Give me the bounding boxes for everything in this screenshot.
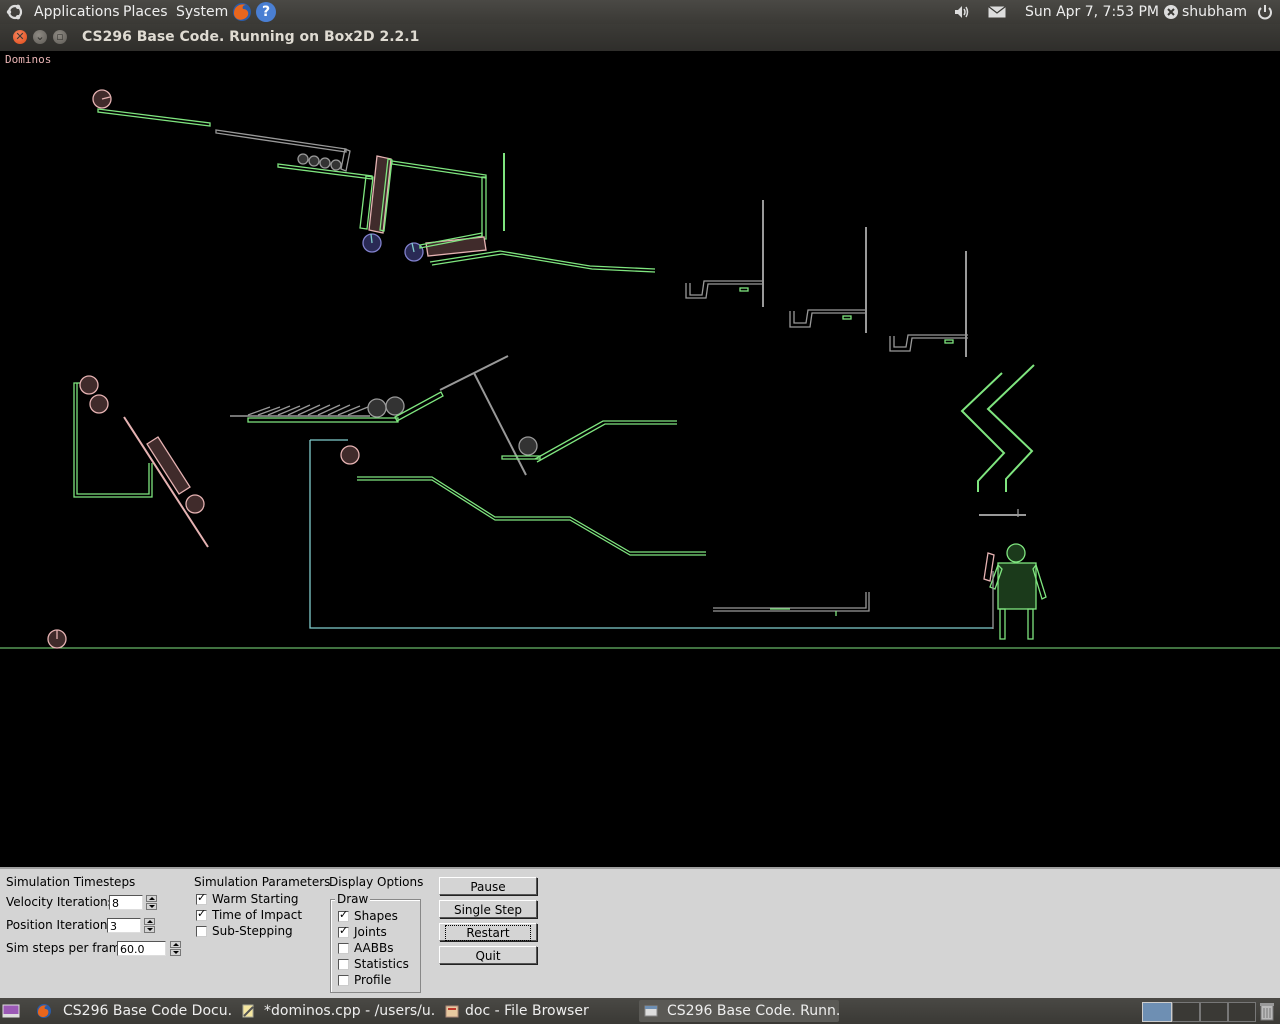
shapes-label: Shapes xyxy=(354,909,398,923)
window-title: CS296 Base Code. Running on Box2D 2.2.1 xyxy=(82,29,420,45)
warm-starting-checkbox[interactable] xyxy=(196,891,207,905)
statistics-checkbox[interactable] xyxy=(338,959,349,970)
time-of-impact-checkbox[interactable] xyxy=(196,907,207,921)
aabbs-checkbox[interactable] xyxy=(338,943,349,954)
minimize-icon: ⌄ xyxy=(35,30,45,43)
username[interactable]: shubham xyxy=(1182,0,1247,24)
task-firefox[interactable]: CS296 Base Code Docu... xyxy=(32,1000,232,1022)
workspace-2[interactable] xyxy=(1172,1002,1200,1022)
trash-icon[interactable] xyxy=(1258,1001,1276,1021)
position-iterations-input[interactable]: 3 xyxy=(107,918,141,933)
shapes-checkbox[interactable] xyxy=(338,908,349,922)
position-iterations-label: Position Iterations xyxy=(6,918,114,932)
volume-icon[interactable] xyxy=(953,4,971,20)
task-gedit[interactable]: *dominos.cpp - /users/u... xyxy=(236,1000,436,1022)
top-panel: Applications Places System ? Sun Apr 7, … xyxy=(0,0,1280,24)
mail-icon[interactable] xyxy=(988,6,1006,18)
position-iterations-spinner[interactable] xyxy=(144,918,155,933)
profile-checkbox[interactable] xyxy=(338,975,349,986)
workspace-3[interactable] xyxy=(1200,1002,1228,1022)
velocity-iterations-spinner[interactable] xyxy=(146,895,157,910)
ramp xyxy=(97,108,211,127)
pause-button[interactable]: Pause xyxy=(439,877,537,895)
spin-up-icon[interactable] xyxy=(170,941,181,948)
velocity-iterations-input[interactable]: 8 xyxy=(109,895,143,910)
restart-button[interactable]: Restart xyxy=(439,923,537,941)
workspace-4[interactable] xyxy=(1228,1002,1256,1022)
task-label: CS296 Base Code Docu... xyxy=(63,1003,232,1019)
firefox-icon[interactable] xyxy=(231,1,253,23)
restart-button-label: Restart xyxy=(445,925,531,941)
applications-menu[interactable]: Applications xyxy=(34,0,120,24)
show-desktop-icon[interactable] xyxy=(2,1003,20,1019)
close-window-button[interactable]: ✕ xyxy=(13,30,27,44)
spin-down-icon[interactable] xyxy=(146,903,157,910)
quit-button-label: Quit xyxy=(475,949,501,963)
pause-button-label: Pause xyxy=(470,880,506,894)
task-label: CS296 Base Code. Runn... xyxy=(667,1003,839,1019)
taskbar: CS296 Base Code Docu... *dominos.cpp - /… xyxy=(0,998,1280,1024)
sub-stepping-label: Sub-Stepping xyxy=(212,924,293,938)
spin-down-icon[interactable] xyxy=(170,949,181,956)
ramp xyxy=(215,129,347,153)
ramp xyxy=(391,160,487,179)
profile-label: Profile xyxy=(354,973,392,987)
aabbs-label: AABBs xyxy=(354,941,394,955)
task-box2d-window[interactable]: CS296 Base Code. Runn... xyxy=(639,1000,839,1022)
control-panel: Simulation Timesteps Velocity Iterations… xyxy=(0,867,1280,1000)
task-label: *dominos.cpp - /users/u... xyxy=(264,1003,436,1019)
sub-stepping-checkbox[interactable] xyxy=(196,926,207,937)
close-icon: ✕ xyxy=(15,30,25,43)
hz-input[interactable]: 60.0 xyxy=(117,941,166,956)
power-icon[interactable] xyxy=(1256,3,1274,21)
ubuntu-logo-icon[interactable] xyxy=(6,3,24,21)
time-of-impact-label: Time of Impact xyxy=(212,908,303,922)
draw-panel-label: Draw xyxy=(335,892,371,906)
test-name-label: Dominos xyxy=(5,53,52,66)
spin-up-icon[interactable] xyxy=(144,918,155,925)
minimize-window-button[interactable]: ⌄ xyxy=(33,30,47,44)
task-label: doc - File Browser xyxy=(465,1003,589,1019)
window-icon xyxy=(644,1005,658,1017)
file-browser-icon xyxy=(445,1005,459,1018)
quit-button[interactable]: Quit xyxy=(439,946,537,964)
hz-label: Sim steps per frame xyxy=(6,941,128,955)
help-icon[interactable]: ? xyxy=(256,2,276,22)
physics-scene xyxy=(0,89,1280,649)
velocity-iterations-label: Velocity Iterations xyxy=(6,895,115,909)
system-menu[interactable]: System xyxy=(176,0,228,24)
task-file-browser[interactable]: doc - File Browser xyxy=(440,1000,635,1022)
maximize-window-button[interactable]: ▫ xyxy=(53,30,67,44)
statistics-label: Statistics xyxy=(354,957,409,971)
gedit-icon xyxy=(242,1004,254,1018)
window-titlebar[interactable]: ✕ ⌄ ▫ CS296 Base Code. Running on Box2D … xyxy=(0,24,1280,51)
single-step-button[interactable]: Single Step xyxy=(439,900,537,918)
hz-spinner[interactable] xyxy=(170,941,181,956)
firefox-icon xyxy=(37,1004,51,1018)
spin-down-icon[interactable] xyxy=(144,926,155,933)
places-menu[interactable]: Places xyxy=(123,0,168,24)
joints-checkbox[interactable] xyxy=(338,924,349,938)
maximize-icon: ▫ xyxy=(56,30,64,43)
workspace-1[interactable] xyxy=(1142,1002,1172,1022)
single-step-button-label: Single Step xyxy=(453,903,523,917)
simulation-canvas[interactable]: Dominos xyxy=(0,51,1280,867)
joints-label: Joints xyxy=(354,925,387,939)
spin-up-icon[interactable] xyxy=(146,895,157,902)
clock[interactable]: Sun Apr 7, 7:53 PM xyxy=(1025,0,1159,24)
timesteps-heading: Simulation Timesteps xyxy=(6,875,136,889)
parameters-heading: Simulation Parameters xyxy=(194,875,331,889)
user-status-icon[interactable] xyxy=(1163,4,1179,20)
warm-starting-label: Warm Starting xyxy=(212,892,299,906)
display-options-heading: Display Options xyxy=(329,875,424,889)
